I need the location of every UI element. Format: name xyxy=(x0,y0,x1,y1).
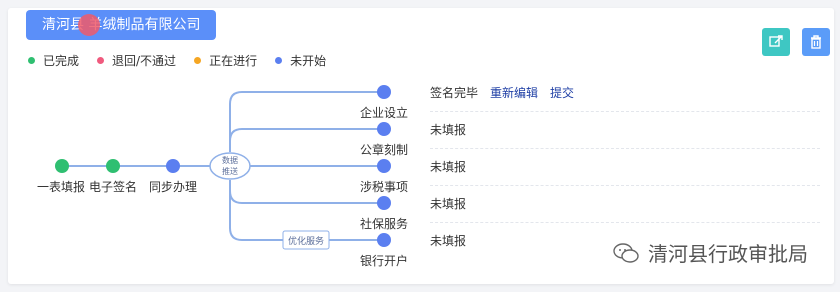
status-row-3: 未填报 xyxy=(430,148,820,186)
branch-node-4 xyxy=(377,196,391,210)
branch-label-1: 企业设立 xyxy=(360,106,409,120)
watermark: 清河县行政审批局 xyxy=(612,238,808,267)
branch-node-1 xyxy=(377,85,391,99)
status-text: 未填报 xyxy=(430,234,467,248)
branch-node-3 xyxy=(377,159,391,173)
branch-label-2: 公章刻制 xyxy=(360,143,409,157)
status-row-1: 签名完毕 重新编辑 提交 xyxy=(430,74,820,112)
step-label-3: 同步办理 xyxy=(149,180,198,194)
branch-node-2 xyxy=(377,122,391,136)
step-node-1 xyxy=(55,159,69,173)
step-label-2: 电子签名 xyxy=(89,180,138,194)
hub-label-line2: 推送 xyxy=(222,166,238,176)
status-text: 未填报 xyxy=(430,123,467,137)
status-row-2: 未填报 xyxy=(430,111,820,149)
branch-label-5: 银行开户 xyxy=(360,254,409,268)
submit-link[interactable]: 提交 xyxy=(550,84,574,101)
branch-label-4: 社保服务 xyxy=(360,217,409,231)
watermark-text: 清河县行政审批局 xyxy=(648,242,808,266)
branch-label-3: 涉税事项 xyxy=(360,180,409,194)
status-row-4: 未填报 xyxy=(430,185,820,223)
status-text: 未填报 xyxy=(430,197,467,211)
status-text: 签名完毕 xyxy=(430,86,479,100)
hub-label-line1: 数据 xyxy=(222,155,238,165)
optimize-service-label: 优化服务 xyxy=(288,235,324,247)
step-node-2 xyxy=(106,159,120,173)
wechat-icon xyxy=(613,242,639,263)
re-edit-link[interactable]: 重新编辑 xyxy=(490,84,538,101)
step-label-1: 一表填报 xyxy=(37,180,86,194)
branch-node-5 xyxy=(377,233,391,247)
step-node-3 xyxy=(166,159,180,173)
status-text: 未填报 xyxy=(430,160,467,174)
